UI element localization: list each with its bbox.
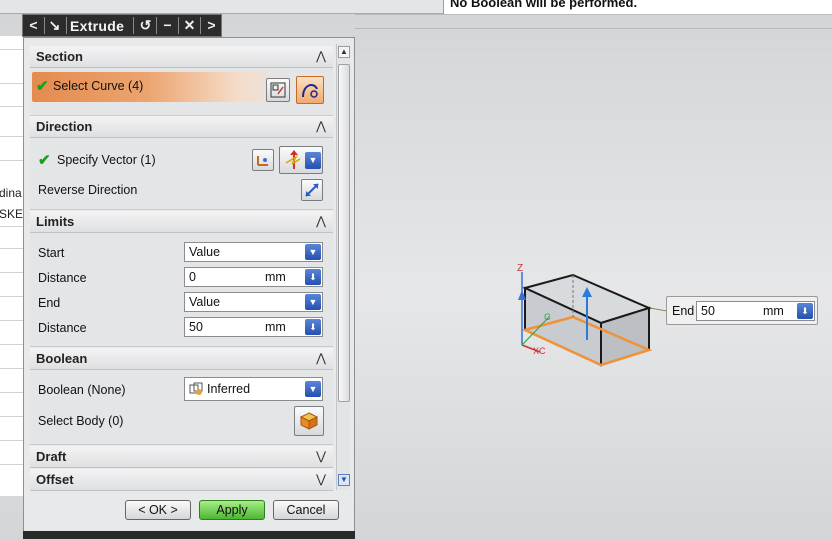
reset-icon[interactable]: ↺ — [136, 16, 155, 35]
xc-axis-label: XC — [533, 346, 546, 356]
chevron-down-icon[interactable]: ⋁ — [313, 471, 329, 487]
vector-inferred-icon — [285, 150, 301, 169]
sketch-section-button[interactable] — [266, 78, 290, 102]
check-icon: ✔ — [38, 152, 51, 169]
start-type-value: Value — [189, 245, 221, 259]
reverse-direction-icon — [305, 183, 319, 197]
scroll-up-arrow[interactable]: ▲ — [338, 46, 350, 58]
titlebar-separator — [156, 17, 157, 34]
chevron-down-icon[interactable]: ▼ — [305, 244, 321, 260]
end-distance-input[interactable]: 50 mm ⬇ — [184, 317, 323, 337]
titlebar-separator — [66, 17, 67, 34]
solid-body-icon — [299, 412, 319, 430]
limits-title: Limits — [36, 214, 75, 229]
select-body-button[interactable] — [294, 406, 324, 436]
start-distance-label: Distance — [38, 271, 87, 285]
start-type-select[interactable]: Value ▼ — [184, 242, 323, 262]
boolean-type-select[interactable]: Inferred ▼ — [184, 377, 323, 401]
end-dimension-handle: End 50 mm ⬇ — [666, 296, 818, 325]
specify-vector-label: Specify Vector (1) — [57, 153, 156, 167]
chevron-up-icon[interactable]: ⋀ — [313, 350, 329, 366]
section-header[interactable]: Section ⋀ — [30, 46, 333, 68]
chevron-down-icon[interactable]: ▼ — [305, 152, 321, 169]
chevron-down-icon[interactable]: ⋁ — [313, 448, 329, 464]
curve-icon — [302, 84, 318, 98]
section-title: Section — [36, 49, 83, 64]
end-handle-dropdown[interactable]: ⬇ — [797, 303, 813, 319]
end-handle-input[interactable]: 50 mm ⬇ — [696, 301, 815, 321]
cancel-button[interactable]: Cancel — [273, 500, 339, 520]
chevron-down-icon[interactable]: ▼ — [305, 294, 321, 310]
end-distance-label: Distance — [38, 321, 87, 335]
close-icon[interactable]: ✕ — [180, 16, 199, 35]
minimize-icon[interactable]: − — [158, 16, 177, 35]
direction-title: Direction — [36, 119, 93, 134]
end-handle-value: 50 — [701, 304, 715, 318]
extrude-dialog: Section ⋀ ✔ Select Curve (4) Direction ⋀… — [23, 37, 355, 536]
boolean-header[interactable]: Boolean ⋀ — [30, 348, 333, 370]
direction-header[interactable]: Direction ⋀ — [30, 116, 333, 138]
limits-body: Start Value ▼ Distance 0 mm ⬇ End Value … — [30, 233, 333, 347]
distance-options-icon[interactable]: ⬇ — [305, 269, 321, 285]
titlebar-separator — [133, 17, 134, 34]
dialog-title: Extrude — [70, 18, 125, 34]
select-body-label: Select Body (0) — [38, 414, 124, 428]
scroll-down-arrow[interactable]: ▼ — [338, 474, 350, 486]
boolean-type-value: Inferred — [207, 382, 251, 396]
boolean-label: Boolean (None) — [38, 383, 126, 397]
vector-dialog-button[interactable] — [252, 149, 274, 171]
start-label: Start — [38, 246, 65, 260]
titlebar-separator — [178, 17, 179, 34]
select-curve-label: Select Curve (4) — [53, 79, 144, 93]
distance-options-icon[interactable]: ⬇ — [305, 319, 321, 335]
forward-icon[interactable]: > — [202, 16, 221, 35]
dialog-titlebar[interactable]: < ↘ Extrude ↺ − ✕ > — [22, 14, 222, 37]
end-handle-unit: mm — [763, 304, 784, 318]
back-icon[interactable]: < — [24, 16, 43, 35]
select-curve-row[interactable]: ✔ Select Curve (4) — [32, 72, 288, 102]
dialog-bottom-edge — [23, 531, 355, 539]
direction-body: ✔ Specify Vector (1) ▼ Reverse Direction — [30, 138, 333, 210]
end-label: End — [38, 296, 61, 310]
draft-title: Draft — [36, 449, 67, 464]
chevron-down-icon[interactable]: ▼ — [305, 381, 321, 397]
scroll-thumb[interactable] — [338, 64, 350, 402]
end-type-select[interactable]: Value ▼ — [184, 292, 323, 312]
curve-select-button[interactable] — [296, 76, 324, 104]
vector-dialog-icon — [257, 156, 268, 166]
end-type-value: Value — [189, 295, 221, 309]
section-body: ✔ Select Curve (4) — [30, 68, 333, 116]
start-distance-value: 0 — [189, 270, 196, 284]
apply-button[interactable]: Apply — [199, 500, 265, 520]
end-distance-unit: mm — [265, 320, 286, 334]
titlebar-separator — [200, 17, 201, 34]
vector-type-dropdown[interactable]: ▼ — [279, 146, 323, 174]
start-distance-unit: mm — [265, 270, 286, 284]
dialog-icon: ↘ — [48, 17, 61, 33]
end-handle-label: End — [672, 304, 695, 318]
sketch-icon — [270, 82, 286, 98]
draft-header[interactable]: Draft ⋁ — [30, 446, 333, 468]
reverse-direction-label: Reverse Direction — [38, 183, 138, 197]
boolean-title: Boolean — [36, 351, 88, 366]
start-distance-input[interactable]: 0 mm ⬇ — [184, 267, 323, 287]
boolean-inferred-icon — [189, 382, 203, 395]
check-icon: ✔ — [36, 78, 49, 95]
limits-header[interactable]: Limits ⋀ — [30, 211, 333, 233]
chevron-up-icon[interactable]: ⋀ — [313, 48, 329, 64]
c-axis-label: C — [544, 312, 551, 322]
chevron-up-icon[interactable]: ⋀ — [313, 118, 329, 134]
chevron-up-icon[interactable]: ⋀ — [313, 213, 329, 229]
boolean-body: Boolean (None) Inferred ▼ Select Body (0… — [30, 370, 333, 445]
dialog-scrollbar[interactable]: ▲ ▼ — [336, 44, 350, 490]
reverse-direction-button[interactable] — [301, 179, 323, 201]
offset-title: Offset — [36, 472, 74, 487]
offset-header[interactable]: Offset ⋁ — [30, 469, 333, 491]
ok-button[interactable]: < OK > — [125, 500, 191, 520]
end-distance-value: 50 — [189, 320, 203, 334]
z-axis-label: Z — [517, 263, 523, 274]
